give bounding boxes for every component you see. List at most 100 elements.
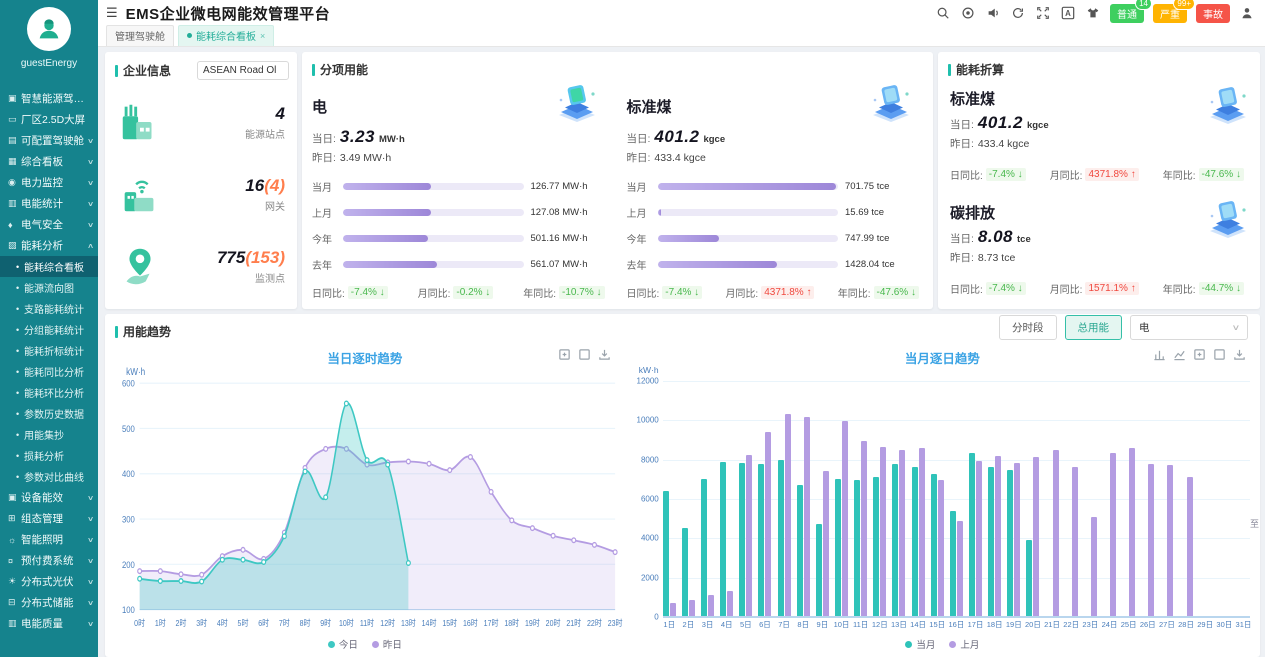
bar-group[interactable]: 14日 [912, 381, 925, 616]
bar-group[interactable]: 19日 [1007, 381, 1020, 616]
refresh-icon[interactable] [1010, 5, 1026, 21]
bar-group[interactable]: 7日 [778, 381, 791, 616]
sidebar-item[interactable]: ▥电能统计∨ [0, 193, 98, 214]
line-chart-icon[interactable] [1173, 348, 1186, 361]
bar-group[interactable]: 12日 [873, 381, 886, 616]
scan-icon[interactable] [960, 5, 976, 21]
bar-group[interactable]: 1日 [663, 381, 676, 616]
bar-group[interactable]: 5日 [739, 381, 752, 616]
bar-group[interactable]: 22日 [1065, 381, 1078, 616]
bar-group[interactable]: 17日 [969, 381, 982, 616]
alarm-pill-normal[interactable]: 普通 14 [1110, 4, 1144, 23]
sidebar-item[interactable]: ⊟分布式储能∨ [0, 592, 98, 613]
user-avatar[interactable] [27, 7, 71, 51]
sidebar-item[interactable]: ♦电气安全∨ [0, 214, 98, 235]
zoom-select-icon[interactable] [558, 348, 571, 361]
theme-icon[interactable] [1085, 5, 1101, 21]
bar-group[interactable]: 6日 [758, 381, 771, 616]
user-icon[interactable] [1239, 5, 1255, 21]
bar-group[interactable]: 18日 [988, 381, 1001, 616]
sidebar-item[interactable]: ◉电力监控∨ [0, 172, 98, 193]
energy-bar-row: 当月126.77 MW·h [312, 179, 609, 194]
chevron-icon: ∨ [87, 494, 94, 502]
sidebar-subitem[interactable]: •用能集抄 [0, 424, 98, 445]
sidebar-subitem[interactable]: •分组能耗统计 [0, 319, 98, 340]
bar-group[interactable]: 20日 [1026, 381, 1039, 616]
bar-group[interactable]: 26日 [1141, 381, 1154, 616]
sidebar-item[interactable]: ▦综合看板∨ [0, 151, 98, 172]
bar-group[interactable]: 11日 [854, 381, 867, 616]
bar-group[interactable]: 24日 [1103, 381, 1116, 616]
collapse-menu-icon[interactable]: ☰ [106, 5, 118, 21]
bar-group[interactable]: 28日 [1180, 381, 1193, 616]
sidebar-subitem[interactable]: •能耗折标统计 [0, 340, 98, 361]
fullscreen-icon[interactable] [1035, 5, 1051, 21]
restore-icon[interactable] [1213, 348, 1226, 361]
bar-group[interactable]: 23日 [1084, 381, 1097, 616]
sidebar-subitem[interactable]: •能耗同比分析 [0, 361, 98, 382]
bar-上月 [1167, 465, 1173, 616]
legend-item[interactable]: 昨日 [372, 637, 402, 651]
sidebar-item[interactable]: ☀分布式光伏∨ [0, 571, 98, 592]
svg-text:11时: 11时 [360, 617, 375, 628]
sidebar-subitem[interactable]: •支路能耗统计 [0, 298, 98, 319]
bar-chart-icon[interactable] [1153, 348, 1166, 361]
yoy-value: 1571.1% ↑ [1085, 282, 1138, 295]
download-icon[interactable] [598, 348, 611, 361]
bar-group[interactable]: 9日 [816, 381, 829, 616]
bar-group[interactable]: 21日 [1046, 381, 1059, 616]
alarm-pill-accident[interactable]: 事故 [1196, 4, 1230, 23]
daily-bar-chart[interactable]: kW·h 至 0200040006000800010000120001日2日3日… [625, 367, 1260, 635]
sidebar-item[interactable]: ☼智能照明∨ [0, 529, 98, 550]
sidebar-subitem[interactable]: •能耗环比分析 [0, 382, 98, 403]
bar-group[interactable]: 30日 [1218, 381, 1231, 616]
bar-group[interactable]: 3日 [701, 381, 714, 616]
time-slot-button[interactable]: 分时段 [999, 315, 1057, 340]
font-size-icon[interactable]: A [1060, 5, 1076, 21]
download-icon[interactable] [1233, 348, 1246, 361]
restore-icon[interactable] [578, 348, 591, 361]
bar-group[interactable]: 8日 [797, 381, 810, 616]
sidebar-item[interactable]: ▣设备能效∨ [0, 487, 98, 508]
bar-group[interactable]: 4日 [720, 381, 733, 616]
sidebar-subitem[interactable]: •能耗综合看板 [0, 256, 98, 277]
alarm-pill-severe[interactable]: 严重 99+ [1153, 4, 1187, 23]
bar-group[interactable]: 27日 [1160, 381, 1173, 616]
yesterday-value-row: 昨日:433.4 kgce [950, 136, 1248, 151]
legend-item[interactable]: 上月 [949, 637, 979, 651]
bar-group[interactable]: 16日 [950, 381, 963, 616]
legend-item[interactable]: 当月 [905, 637, 935, 651]
tab-dashboard[interactable]: 管理驾驶舱 [106, 25, 174, 46]
main-column: ☰ EMS企业微电网能效管理平台 A 普通 [98, 0, 1265, 657]
sidebar-subitem[interactable]: •能源流向图 [0, 277, 98, 298]
sound-icon[interactable] [985, 5, 1001, 21]
hourly-line-chart[interactable]: 100200300400500600kW·h0时1时2时3时4时5时6时7时8时… [105, 367, 625, 635]
energy-type-select[interactable]: 电∨ [1130, 315, 1248, 340]
bar-group[interactable]: 13日 [892, 381, 905, 616]
sidebar-item[interactable]: ¤预付费系统∨ [0, 550, 98, 571]
legend-item[interactable]: 今日 [328, 637, 358, 651]
bar-group[interactable]: 2日 [682, 381, 695, 616]
bar-group[interactable]: 15日 [931, 381, 944, 616]
yoy-item: 年同比:-47.6% ↓ [1163, 167, 1244, 182]
bar-group[interactable]: 25日 [1122, 381, 1135, 616]
tab-energy-board[interactable]: 能耗综合看板 × [178, 25, 274, 46]
sidebar-item[interactable]: ⊞组态管理∨ [0, 508, 98, 529]
zoom-select-icon[interactable] [1193, 348, 1206, 361]
sidebar-item[interactable]: ▣智慧能源驾驶舱 [0, 88, 98, 109]
enterprise-selector[interactable]: ASEAN Road Ol [197, 61, 289, 80]
sidebar-subitem[interactable]: •参数历史数据 [0, 403, 98, 424]
sidebar-item[interactable]: ▥电能质量∨ [0, 613, 98, 634]
bar-group[interactable]: 31日 [1237, 381, 1250, 616]
sidebar-item[interactable]: ▤可配置驾驶舱∨ [0, 130, 98, 151]
bar-group[interactable]: 29日 [1199, 381, 1212, 616]
sidebar-item[interactable]: ▨能耗分析∧ [0, 235, 98, 256]
search-icon[interactable] [935, 5, 951, 21]
sidebar-item[interactable]: ▭厂区2.5D大屏 [0, 109, 98, 130]
sidebar-subitem[interactable]: •损耗分析 [0, 445, 98, 466]
total-energy-button[interactable]: 总用能 [1065, 315, 1123, 340]
bar-group[interactable]: 10日 [835, 381, 848, 616]
tab-close-icon[interactable]: × [260, 31, 265, 41]
sidebar-item-label: 预付费系统 [21, 553, 88, 568]
sidebar-subitem[interactable]: •参数对比曲线 [0, 466, 98, 487]
